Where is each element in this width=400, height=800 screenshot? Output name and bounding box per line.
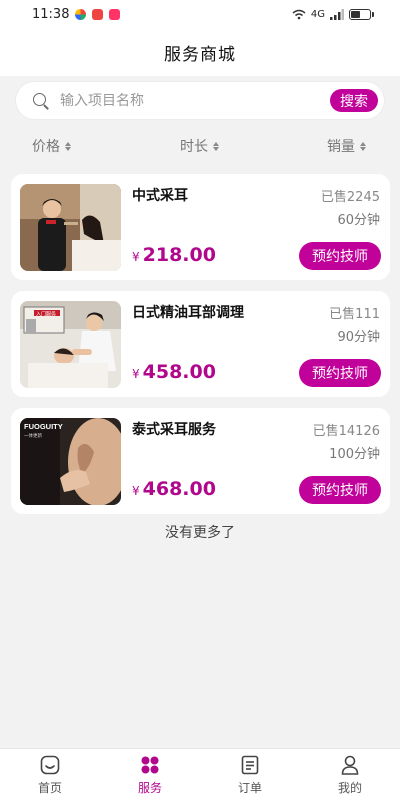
- service-duration: 90分钟: [337, 330, 380, 345]
- user-icon: [341, 755, 359, 775]
- tab-orders[interactable]: 订单: [200, 749, 300, 800]
- tab-label: 订单: [237, 780, 262, 795]
- home-icon: [40, 755, 60, 774]
- service-title: 泰式采耳服务: [132, 422, 216, 438]
- currency-symbol: ¥: [132, 250, 140, 264]
- sort-arrows-icon: [213, 141, 219, 151]
- service-price: ¥ 458.00: [132, 361, 216, 383]
- brand-logo-text: FUOGUITY: [24, 422, 63, 431]
- currency-symbol: ¥: [132, 484, 140, 498]
- page-header: 服务商城: [0, 28, 400, 76]
- sold-count: 已售2245: [320, 190, 380, 205]
- sort-by-price[interactable]: 价格: [32, 136, 71, 156]
- page-title: 服务商城: [164, 44, 236, 65]
- bottom-tab-bar: 首页 服务 订单 我的: [0, 748, 400, 800]
- service-thumbnail: 入门服务: [20, 301, 121, 388]
- battery-cap: [372, 11, 374, 17]
- tab-label: 首页: [37, 780, 62, 795]
- app-notification-icon: [92, 8, 104, 20]
- price-value: 218.00: [142, 244, 216, 266]
- book-technician-button[interactable]: 预约技师: [299, 359, 381, 387]
- sort-label: 时长: [180, 139, 208, 155]
- status-bar: 11:38 4G: [0, 0, 400, 28]
- signal-icon: [330, 8, 344, 20]
- service-thumbnail: FUOGUITY 一体更新: [20, 418, 121, 505]
- sold-count: 已售111: [329, 307, 380, 322]
- price-value: 468.00: [142, 478, 216, 500]
- tab-label: 服务: [137, 780, 162, 795]
- wifi-icon: [292, 9, 306, 19]
- tab-home[interactable]: 首页: [0, 749, 100, 800]
- brand-subtitle-text: 一体更新: [24, 432, 42, 439]
- service-title: 日式精油耳部调理: [132, 305, 244, 321]
- service-price: ¥ 218.00: [132, 244, 216, 266]
- grid-icon: [141, 756, 159, 773]
- service-title: 中式采耳: [132, 188, 188, 204]
- service-thumbnail: [20, 184, 121, 271]
- status-left: 11:38: [32, 6, 121, 22]
- sold-count: 已售14126: [312, 424, 380, 439]
- sort-by-duration[interactable]: 时长: [180, 136, 219, 156]
- search-icon: [32, 92, 50, 110]
- search-button[interactable]: 搜索: [330, 89, 378, 112]
- service-duration: 100分钟: [329, 447, 380, 462]
- app-notification-icon: [75, 8, 87, 20]
- tab-services[interactable]: 服务: [100, 749, 200, 800]
- service-card[interactable]: FUOGUITY 一体更新 泰式采耳服务 已售14126 100分钟 ¥ 468…: [11, 408, 390, 514]
- service-card[interactable]: 入门服务 日式精油耳部调理 已售111 90分钟 ¥ 458.00 预约技师: [11, 291, 390, 397]
- no-more-text: 没有更多了: [165, 525, 235, 541]
- shop-sign-text: 入门服务: [36, 311, 56, 318]
- battery-icon: [349, 8, 371, 20]
- tab-label: 我的: [337, 780, 362, 795]
- sort-by-sales[interactable]: 销量: [327, 136, 366, 156]
- search-input[interactable]: [60, 92, 330, 109]
- sort-label: 销量: [327, 139, 355, 155]
- currency-symbol: ¥: [132, 367, 140, 381]
- sort-label: 价格: [32, 139, 60, 155]
- book-technician-button[interactable]: 预约技师: [299, 242, 381, 270]
- status-right: 4G: [292, 8, 374, 20]
- sort-bar: 价格 时长 销量: [0, 136, 400, 156]
- order-icon: [241, 755, 259, 774]
- book-technician-button[interactable]: 预约技师: [299, 476, 381, 504]
- price-value: 458.00: [142, 361, 216, 383]
- tab-profile[interactable]: 我的: [300, 749, 400, 800]
- service-duration: 60分钟: [337, 213, 380, 228]
- app-notification-icon: [109, 8, 121, 20]
- search-bar: 搜索: [16, 82, 384, 119]
- service-price: ¥ 468.00: [132, 478, 216, 500]
- sort-arrows-icon: [360, 141, 366, 151]
- service-card[interactable]: 中式采耳 已售2245 60分钟 ¥ 218.00 预约技师: [11, 174, 390, 280]
- status-time: 11:38: [32, 6, 70, 22]
- sort-arrows-icon: [65, 141, 71, 151]
- network-type-label: 4G: [310, 8, 325, 20]
